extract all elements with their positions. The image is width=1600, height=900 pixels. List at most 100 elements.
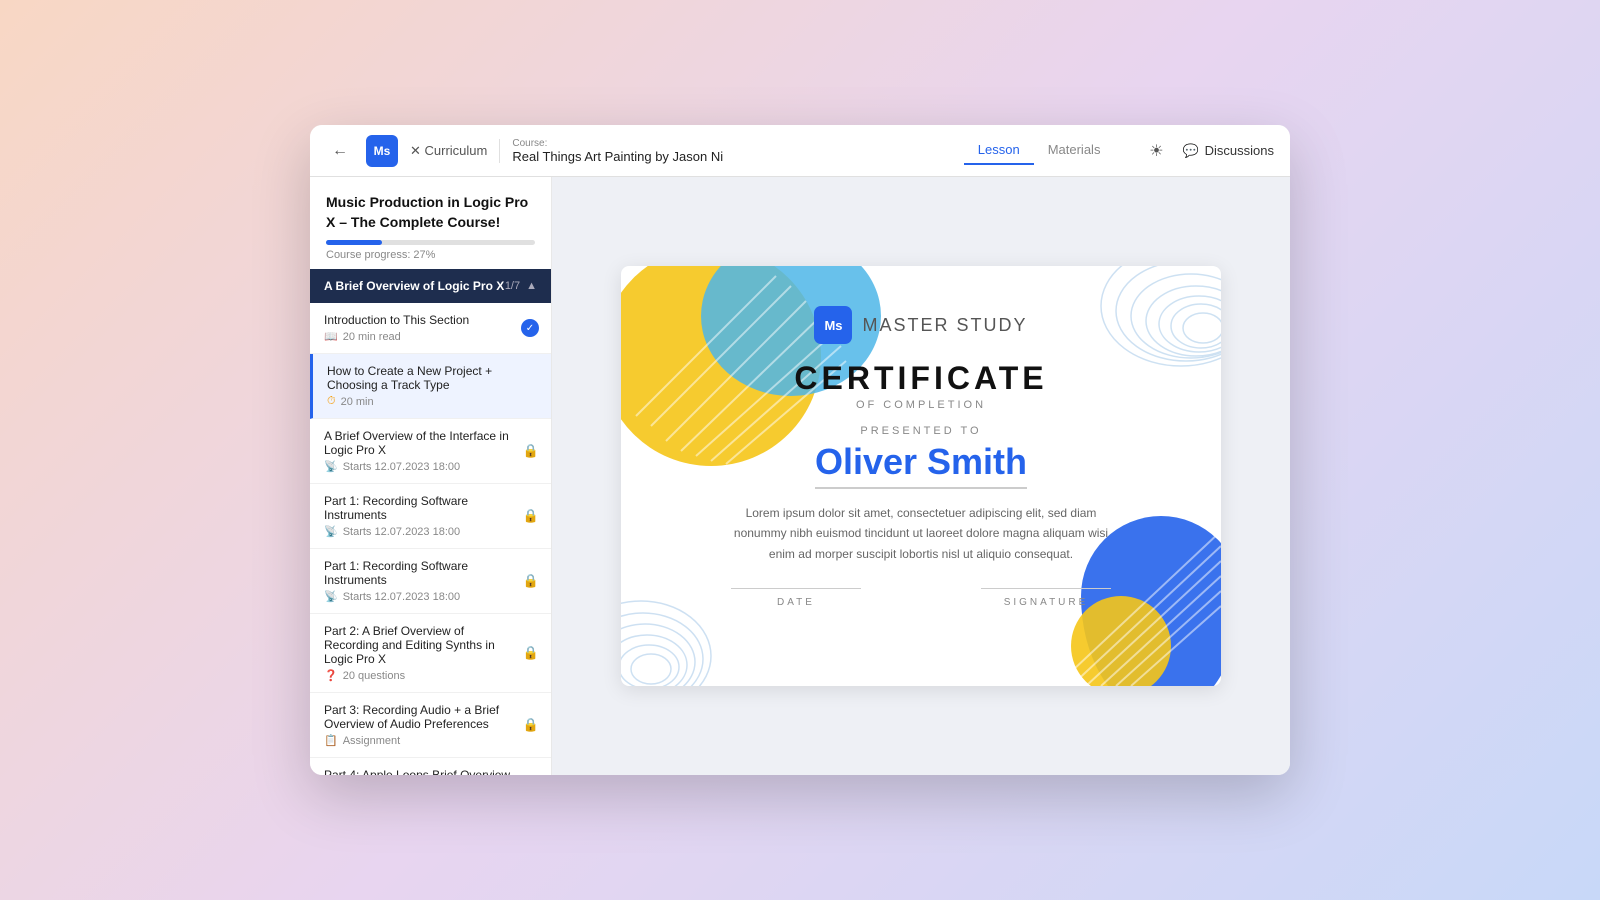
- cert-brand-light: STUDY: [957, 315, 1028, 335]
- lesson-meta: 📖 20 min read: [324, 330, 537, 343]
- progress-label: Course progress: 27%: [326, 249, 535, 261]
- lesson-meta: 📡 Starts 12.07.2023 18:00: [324, 525, 537, 538]
- cert-brand-name: MASTER STUDY: [862, 315, 1027, 336]
- lesson-meta-text: Starts 12.07.2023 18:00: [343, 461, 460, 473]
- progress-bar-fill: [326, 240, 382, 245]
- lesson-lock: 🔒: [523, 572, 539, 590]
- lesson-lock: 🔒: [523, 442, 539, 460]
- header-tabs: Lesson Materials: [964, 136, 1115, 165]
- chevron-up-icon: ▲: [526, 280, 537, 292]
- cert-brand-bold: MASTER: [862, 315, 949, 335]
- cert-presented-label: PRESENTED TO: [860, 425, 981, 437]
- course-title-header: Real Things Art Painting by Jason Ni: [512, 149, 723, 164]
- lesson-lock: 🔒: [523, 716, 539, 734]
- brightness-button[interactable]: ☀: [1142, 137, 1170, 165]
- sidebar: Music Production in Logic Pro X – The Co…: [310, 177, 552, 775]
- content-area: Ms MASTER STUDY CERTIFICATE OF COMPLETIO…: [552, 177, 1290, 775]
- cert-signature-item: SIGNATURE: [981, 588, 1111, 608]
- lesson-meta-icon: ❓: [324, 669, 338, 682]
- lock-icon: 🔒: [523, 645, 539, 660]
- lock-icon: 🔒: [523, 717, 539, 732]
- lesson-meta-icon: 📖: [324, 330, 338, 343]
- lesson-title: Part 4: Apple Loops Brief Overview – Add…: [324, 768, 537, 775]
- header-divider: [499, 139, 500, 163]
- lesson-meta-icon: 📡: [324, 460, 338, 473]
- lesson-lock: 🔒: [523, 507, 539, 525]
- lesson-item[interactable]: Part 4: Apple Loops Brief Overview – Add…: [310, 758, 551, 775]
- lesson-title: Part 1: Recording Software Instruments: [324, 559, 537, 587]
- check-circle: ✓: [521, 319, 539, 337]
- sidebar-lessons: Introduction to This Section 📖 20 min re…: [310, 303, 551, 775]
- lesson-lock: 🔒: [523, 644, 539, 662]
- header: ← Ms ✕ Curriculum Course: Real Things Ar…: [310, 125, 1290, 177]
- lesson-meta-text: Assignment: [343, 735, 400, 747]
- lesson-title: Part 2: A Brief Overview of Recording an…: [324, 624, 537, 666]
- certificate-content: Ms MASTER STUDY CERTIFICATE OF COMPLETIO…: [671, 306, 1171, 608]
- lesson-meta-text: Starts 12.07.2023 18:00: [343, 526, 460, 538]
- cert-logo-area: Ms MASTER STUDY: [814, 306, 1027, 344]
- cert-signature-label: SIGNATURE: [1004, 597, 1089, 608]
- lock-icon: 🔒: [523, 508, 539, 523]
- lesson-meta-icon: 📋: [324, 734, 338, 747]
- cert-date-line: [731, 588, 861, 589]
- lesson-meta-text: 20 min read: [343, 331, 401, 343]
- lock-icon: 🔒: [523, 443, 539, 458]
- sidebar-section-header[interactable]: A Brief Overview of Logic Pro X 1/7 ▲: [310, 269, 551, 303]
- section-count: 1/7: [505, 280, 520, 292]
- lesson-meta: ⏱ 20 min: [327, 395, 537, 408]
- lesson-item[interactable]: Introduction to This Section 📖 20 min re…: [310, 303, 551, 354]
- lesson-title: Introduction to This Section: [324, 313, 537, 327]
- cert-signature-line: [981, 588, 1111, 589]
- header-actions: ☀ 💬 Discussions: [1142, 137, 1274, 165]
- course-label: Course:: [512, 138, 723, 149]
- lesson-title: Part 3: Recording Audio + a Brief Overvi…: [324, 703, 537, 731]
- lesson-item[interactable]: Part 3: Recording Audio + a Brief Overvi…: [310, 693, 551, 758]
- sidebar-title-area: Music Production in Logic Pro X – The Co…: [310, 177, 551, 269]
- cert-logo: Ms: [814, 306, 852, 344]
- course-info: Course: Real Things Art Painting by Jaso…: [512, 138, 723, 164]
- lesson-meta: 📋 Assignment: [324, 734, 537, 747]
- lesson-title: Part 1: Recording Software Instruments: [324, 494, 537, 522]
- lesson-item[interactable]: How to Create a New Project + Choosing a…: [310, 354, 551, 419]
- lesson-meta-text: 20 min: [341, 396, 374, 408]
- lesson-meta-text: Starts 12.07.2023 18:00: [343, 591, 460, 603]
- cert-footer: DATE SIGNATURE: [671, 588, 1171, 608]
- lesson-meta-icon: ⏱: [327, 395, 336, 408]
- sidebar-course-title: Music Production in Logic Pro X – The Co…: [326, 193, 535, 232]
- lesson-item[interactable]: A Brief Overview of the Interface in Log…: [310, 419, 551, 484]
- deco-yellow-br: [1071, 596, 1171, 686]
- lesson-item[interactable]: Part 1: Recording Software Instruments 📡…: [310, 549, 551, 614]
- lesson-meta-icon: 📡: [324, 590, 338, 603]
- discussions-button[interactable]: 💬 Discussions: [1182, 143, 1274, 159]
- cert-subtitle: OF COMPLETION: [856, 399, 986, 411]
- lesson-meta-text: 20 questions: [343, 670, 405, 682]
- tab-materials[interactable]: Materials: [1034, 136, 1115, 165]
- lesson-item[interactable]: Part 1: Recording Software Instruments 📡…: [310, 484, 551, 549]
- cert-date-label: DATE: [777, 597, 815, 608]
- lesson-meta: 📡 Starts 12.07.2023 18:00: [324, 590, 537, 603]
- lesson-meta: ❓ 20 questions: [324, 669, 537, 682]
- discussions-icon: 💬: [1182, 143, 1198, 159]
- sidebar-section-title: A Brief Overview of Logic Pro X: [324, 279, 504, 293]
- lock-icon: 🔒: [523, 573, 539, 588]
- cert-recipient-name: Oliver Smith: [815, 441, 1027, 489]
- lesson-item[interactable]: Part 2: A Brief Overview of Recording an…: [310, 614, 551, 693]
- logo: Ms: [366, 135, 398, 167]
- tab-lesson[interactable]: Lesson: [964, 136, 1034, 165]
- cert-title: CERTIFICATE: [794, 360, 1047, 397]
- cert-date-item: DATE: [731, 588, 861, 608]
- sidebar-section-meta: 1/7 ▲: [505, 280, 537, 292]
- main-content: Music Production in Logic Pro X – The Co…: [310, 177, 1290, 775]
- cert-body-text: Lorem ipsum dolor sit amet, consectetuer…: [731, 503, 1111, 564]
- app-window: ← Ms ✕ Curriculum Course: Real Things Ar…: [310, 125, 1290, 775]
- lesson-check: ✓: [521, 319, 539, 337]
- lesson-meta: 📡 Starts 12.07.2023 18:00: [324, 460, 537, 473]
- discussions-label: Discussions: [1205, 143, 1274, 158]
- lesson-title: A Brief Overview of the Interface in Log…: [324, 429, 537, 457]
- progress-bar-container: [326, 240, 535, 245]
- back-button[interactable]: ←: [326, 137, 354, 165]
- lesson-meta-icon: 📡: [324, 525, 338, 538]
- lesson-title: How to Create a New Project + Choosing a…: [327, 364, 537, 392]
- close-curriculum-button[interactable]: ✕ Curriculum: [410, 143, 487, 159]
- certificate: Ms MASTER STUDY CERTIFICATE OF COMPLETIO…: [621, 266, 1221, 686]
